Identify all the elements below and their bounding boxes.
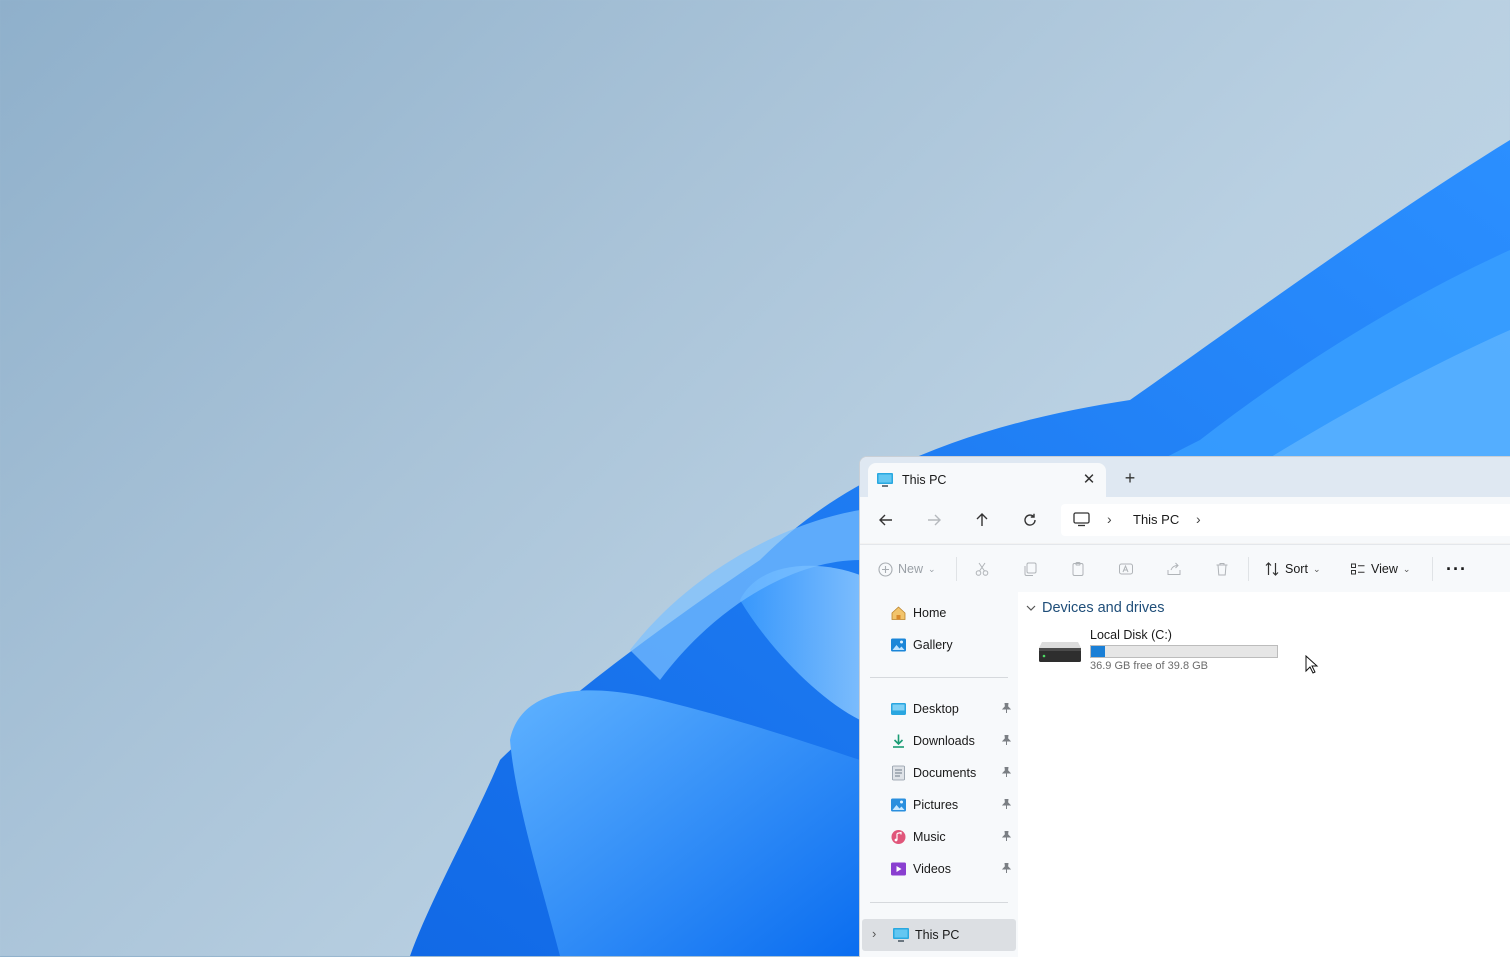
sidebar-item-label: Home xyxy=(913,606,947,620)
view-label: View xyxy=(1371,562,1398,576)
chevron-down-icon: ⌄ xyxy=(1402,563,1411,574)
tab-title: This PC xyxy=(902,473,947,487)
sidebar-item-label: Documents xyxy=(913,766,977,780)
section-header-devices[interactable]: Devices and drives xyxy=(1026,600,1165,616)
content-pane: Devices and drives Local Disk (C:) 36.9 … xyxy=(1018,592,1510,957)
sidebar-item-this-pc[interactable]: › This PC xyxy=(862,919,1016,951)
sort-button[interactable]: Sort ⌄ xyxy=(1264,557,1320,581)
plus-circle-icon xyxy=(878,561,893,577)
refresh-button[interactable] xyxy=(1016,507,1044,533)
chevron-down-icon xyxy=(1026,605,1036,611)
new-button[interactable]: New ⌄ xyxy=(878,557,936,581)
sort-icon xyxy=(1265,562,1279,576)
pin-icon[interactable] xyxy=(1001,702,1012,716)
drive-usage-bar xyxy=(1090,645,1278,658)
forward-button[interactable] xyxy=(920,507,948,533)
chevron-down-icon: ⌄ xyxy=(1312,563,1321,574)
pictures-icon xyxy=(891,798,906,812)
more-options-button[interactable]: ··· xyxy=(1446,557,1467,581)
sidebar-item-label: This PC xyxy=(915,928,960,942)
pin-icon[interactable] xyxy=(1001,830,1012,844)
ellipsis-icon: ··· xyxy=(1446,558,1467,579)
tab-this-pc[interactable]: This PC ✕ xyxy=(868,463,1106,497)
sidebar-item-label: Downloads xyxy=(913,734,975,748)
trash-icon xyxy=(1216,563,1228,576)
drive-usage-fill xyxy=(1091,646,1105,657)
tab-bar: This PC ✕ + xyxy=(860,457,1510,497)
expand-chevron-icon[interactable]: › xyxy=(872,926,876,941)
chevron-right-icon[interactable]: › xyxy=(1196,511,1201,527)
file-explorer-window: This PC ✕ + › This PC › New ⌄ Sort ⌄ Vie… xyxy=(859,456,1510,957)
downloads-icon xyxy=(893,734,904,748)
toolbar-divider xyxy=(956,557,957,581)
sidebar-item-gallery[interactable]: Gallery xyxy=(890,633,1016,657)
hard-drive-icon xyxy=(1039,642,1081,662)
drive-name: Local Disk (C:) xyxy=(1090,628,1172,642)
desktop-icon xyxy=(891,703,906,715)
clipboard-icon xyxy=(1072,562,1084,576)
scissors-icon xyxy=(975,562,989,576)
section-title: Devices and drives xyxy=(1042,600,1165,616)
breadcrumb-this-pc[interactable]: This PC xyxy=(1133,512,1179,527)
music-icon xyxy=(891,830,906,844)
chevron-right-icon[interactable]: › xyxy=(1107,511,1112,527)
up-button[interactable] xyxy=(968,507,996,533)
sidebar-item-label: Music xyxy=(913,830,946,844)
copy-button[interactable] xyxy=(1022,557,1038,581)
navigation-bar: › This PC › xyxy=(860,497,1510,543)
navigation-pane: Home Gallery Desktop Downloads Documents… xyxy=(860,592,1018,957)
documents-icon xyxy=(892,765,905,781)
share-icon xyxy=(1167,562,1181,575)
monitor-icon xyxy=(1073,512,1090,532)
rename-button[interactable] xyxy=(1118,557,1134,581)
drive-free-space: 36.9 GB free of 39.8 GB xyxy=(1090,660,1209,672)
sidebar-item-label: Videos xyxy=(913,862,951,876)
sidebar-item-desktop[interactable]: Desktop xyxy=(890,697,1016,721)
chevron-down-icon: ⌄ xyxy=(928,563,936,574)
sidebar-item-downloads[interactable]: Downloads xyxy=(890,729,1016,753)
sidebar-item-music[interactable]: Music xyxy=(890,825,1016,849)
share-button[interactable] xyxy=(1166,557,1182,581)
pin-icon[interactable] xyxy=(1001,766,1012,780)
paste-button[interactable] xyxy=(1070,557,1086,581)
sidebar-item-pictures[interactable]: Pictures xyxy=(890,793,1016,817)
pin-icon[interactable] xyxy=(1001,862,1012,876)
sidebar-item-videos[interactable]: Videos xyxy=(890,857,1016,881)
cut-button[interactable] xyxy=(974,557,990,581)
sidebar-divider xyxy=(870,677,1008,678)
arrow-left-icon xyxy=(879,514,892,526)
sort-label: Sort xyxy=(1285,562,1308,576)
view-list-icon xyxy=(1351,563,1365,575)
this-pc-icon xyxy=(892,927,910,948)
refresh-icon xyxy=(1024,513,1036,526)
toolbar-divider xyxy=(1432,557,1433,581)
sidebar-divider xyxy=(870,902,1008,903)
videos-icon xyxy=(891,862,906,876)
rename-icon xyxy=(1119,563,1133,575)
drive-tile-c[interactable]: Local Disk (C:) 36.9 GB free of 39.8 GB xyxy=(1038,628,1298,676)
delete-button[interactable] xyxy=(1214,557,1230,581)
toolbar-divider xyxy=(1248,557,1249,581)
pin-icon[interactable] xyxy=(1001,798,1012,812)
address-bar[interactable]: › This PC › xyxy=(1061,504,1510,536)
new-label: New xyxy=(898,562,924,576)
this-pc-icon xyxy=(876,472,894,493)
sidebar-item-documents[interactable]: Documents xyxy=(890,761,1016,785)
pin-icon[interactable] xyxy=(1001,734,1012,748)
sidebar-item-label: Gallery xyxy=(913,638,953,652)
mouse-cursor-icon xyxy=(1305,655,1319,674)
home-icon xyxy=(891,606,906,620)
arrow-right-icon xyxy=(928,514,941,526)
copy-icon xyxy=(1024,562,1037,576)
gallery-icon xyxy=(891,638,906,652)
new-tab-button[interactable]: + xyxy=(1118,467,1142,491)
sidebar-item-label: Desktop xyxy=(913,702,959,716)
sidebar-item-home[interactable]: Home xyxy=(890,601,1016,625)
sidebar-item-label: Pictures xyxy=(913,798,959,812)
close-tab-icon[interactable]: ✕ xyxy=(1078,469,1100,491)
view-button[interactable]: View ⌄ xyxy=(1350,557,1410,581)
command-bar: New ⌄ Sort ⌄ View ⌄ ··· xyxy=(860,544,1510,593)
back-button[interactable] xyxy=(872,507,900,533)
arrow-up-icon xyxy=(976,513,988,526)
